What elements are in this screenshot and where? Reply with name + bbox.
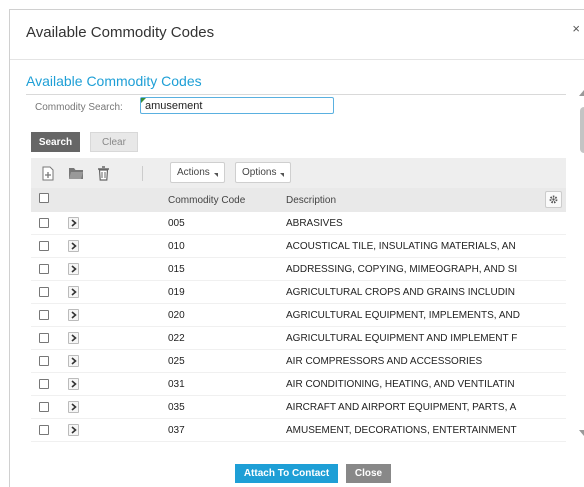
row-checkbox[interactable] (39, 241, 49, 251)
row-checkbox[interactable] (39, 264, 49, 274)
options-dropdown[interactable]: Options (235, 162, 292, 183)
gear-icon[interactable] (545, 191, 562, 208)
options-label: Options (242, 167, 277, 178)
toolbar-separator (142, 166, 143, 181)
search-button[interactable]: Search (31, 132, 80, 152)
commodity-grid: Commodity Code Description 005 ABRASIVES 0… (31, 188, 566, 442)
section-divider (26, 94, 566, 95)
commodity-code-cell: 019 (168, 287, 185, 298)
chevron-right-icon[interactable] (68, 240, 79, 252)
required-marker (141, 98, 146, 103)
chevron-right-icon[interactable] (68, 217, 79, 229)
table-row[interactable]: 031 AIR CONDITIONING, HEATING, AND VENTIL… (31, 373, 566, 396)
clear-button[interactable]: Clear (90, 132, 138, 152)
chevron-right-icon[interactable] (68, 263, 79, 275)
chevron-right-icon[interactable] (68, 309, 79, 321)
close-button[interactable]: Close (346, 464, 391, 483)
title-divider (10, 59, 584, 60)
table-row[interactable]: 025 AIR COMPRESSORS AND ACCESSORIES (31, 350, 566, 373)
description-cell: AIR CONDITIONING, HEATING, AND VENTILATI… (286, 379, 515, 390)
table-row[interactable]: 010 ACOUSTICAL TILE, INSULATING MATERIALS… (31, 235, 566, 258)
description-cell: ABRASIVES (286, 218, 343, 229)
column-header-description[interactable]: Description (286, 195, 336, 206)
table-row[interactable]: 005 ABRASIVES (31, 212, 566, 235)
commodity-dialog: Available Commodity Codes × Available Co… (9, 9, 584, 487)
chevron-right-icon[interactable] (68, 424, 79, 436)
row-checkbox[interactable] (39, 356, 49, 366)
table-row[interactable]: 019 AGRICULTURAL CROPS AND GRAINS INCLUDI… (31, 281, 566, 304)
folder-icon[interactable] (67, 164, 85, 182)
row-checkbox[interactable] (39, 333, 49, 343)
grid-body: 005 ABRASIVES 010 ACOUSTICAL TILE, INSULATI… (31, 212, 566, 442)
commodity-code-cell: 035 (168, 402, 185, 413)
commodity-code-cell: 031 (168, 379, 185, 390)
commodity-code-cell: 022 (168, 333, 185, 344)
chevron-right-icon[interactable] (68, 332, 79, 344)
caret-down-icon (213, 173, 218, 177)
commodity-code-cell: 015 (168, 264, 185, 275)
row-checkbox[interactable] (39, 425, 49, 435)
commodity-code-cell: 025 (168, 356, 185, 367)
section-title: Available Commodity Codes (26, 73, 202, 89)
description-cell: AMUSEMENT, DECORATIONS, ENTERTAINMENT (286, 425, 517, 436)
row-checkbox[interactable] (39, 402, 49, 412)
description-cell: AIRCRAFT AND AIRPORT EQUIPMENT, PARTS, A (286, 402, 517, 413)
table-row[interactable]: 022 AGRICULTURAL EQUIPMENT AND IMPLEMENT … (31, 327, 566, 350)
table-row[interactable]: 037 AMUSEMENT, DECORATIONS, ENTERTAINMENT (31, 419, 566, 442)
description-cell: AIR COMPRESSORS AND ACCESSORIES (286, 356, 483, 367)
attach-to-contact-button[interactable]: Attach To Contact (235, 464, 338, 483)
row-checkbox[interactable] (39, 310, 49, 320)
table-row[interactable]: 035 AIRCRAFT AND AIRPORT EQUIPMENT, PARTS… (31, 396, 566, 419)
table-row[interactable]: 015 ADDRESSING, COPYING, MIMEOGRAPH, AND … (31, 258, 566, 281)
chevron-right-icon[interactable] (68, 378, 79, 390)
commodity-code-cell: 005 (168, 218, 185, 229)
description-cell: AGRICULTURAL EQUIPMENT, IMPLEMENTS, AND (286, 310, 520, 321)
actions-dropdown[interactable]: Actions (170, 162, 225, 183)
add-icon[interactable] (39, 164, 57, 182)
description-cell: ACOUSTICAL TILE, INSULATING MATERIALS, A… (286, 241, 516, 252)
chevron-right-icon[interactable] (68, 286, 79, 298)
description-cell: AGRICULTURAL EQUIPMENT AND IMPLEMENT F (286, 333, 518, 344)
description-cell: ADDRESSING, COPYING, MIMEOGRAPH, AND SI (286, 264, 518, 275)
commodity-code-cell: 037 (168, 425, 185, 436)
search-label: Commodity Search: (35, 102, 123, 113)
scrollbar-thumb[interactable] (580, 107, 584, 153)
dialog-title: Available Commodity Codes (26, 24, 215, 41)
commodity-code-cell: 020 (168, 310, 185, 321)
commodity-code-cell: 010 (168, 241, 185, 252)
close-icon[interactable]: × (572, 21, 580, 36)
select-all-checkbox[interactable] (39, 193, 49, 203)
row-checkbox[interactable] (39, 287, 49, 297)
row-checkbox[interactable] (39, 218, 49, 228)
column-header-code[interactable]: Commodity Code (168, 195, 245, 206)
caret-down-icon (280, 173, 285, 177)
row-checkbox[interactable] (39, 379, 49, 389)
actions-label: Actions (177, 167, 210, 178)
chevron-right-icon[interactable] (68, 355, 79, 367)
grid-toolbar: Actions Options (31, 158, 566, 188)
chevron-right-icon[interactable] (68, 401, 79, 413)
scroll-up-icon[interactable] (579, 90, 584, 96)
scroll-down-icon[interactable] (579, 430, 584, 436)
description-cell: AGRICULTURAL CROPS AND GRAINS INCLUDIN (286, 287, 515, 298)
table-row[interactable]: 020 AGRICULTURAL EQUIPMENT, IMPLEMENTS, A… (31, 304, 566, 327)
trash-icon[interactable] (94, 164, 112, 182)
grid-header: Commodity Code Description (31, 188, 566, 212)
commodity-search-input[interactable] (140, 97, 334, 114)
